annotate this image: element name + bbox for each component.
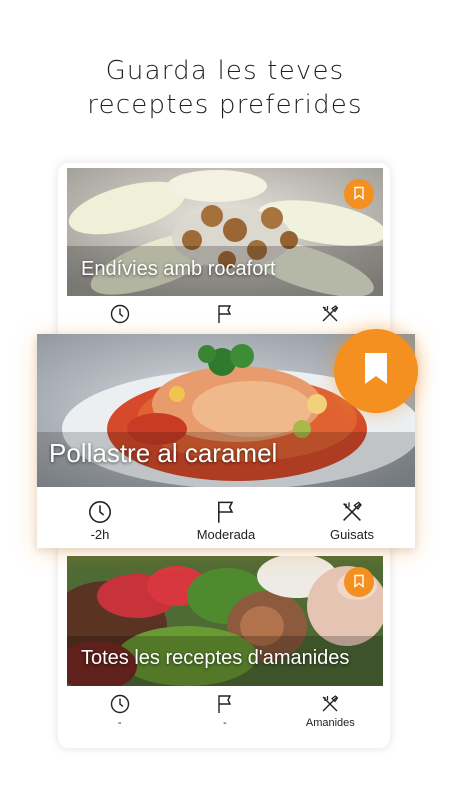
save-bookmark-button-pollastre[interactable] bbox=[334, 329, 418, 413]
recipe-card-pollastre[interactable]: Pollastre al caramel -2h Moderada Guisat… bbox=[37, 329, 418, 548]
cutlery-icon bbox=[320, 694, 340, 714]
time-value: -2h bbox=[90, 527, 110, 542]
headline-line-1: Guarda les teves bbox=[105, 56, 345, 86]
category-value: Guisats bbox=[329, 527, 375, 542]
difficulty-value: - bbox=[223, 717, 227, 729]
save-bookmark-button-amanides[interactable] bbox=[344, 567, 374, 597]
clock-icon bbox=[110, 694, 130, 714]
recipe-card-amanides[interactable]: Totes les receptes d'amanides - - Amanid… bbox=[67, 556, 383, 740]
recipe-info-bar: -2h Moderada Guisats bbox=[37, 487, 415, 548]
difficulty-info: Moderada bbox=[163, 487, 289, 548]
time-info bbox=[67, 296, 172, 331]
cutlery-icon bbox=[340, 500, 364, 524]
difficulty-info bbox=[172, 296, 277, 331]
recipe-info-bar: - - Amanides bbox=[67, 686, 383, 740]
clock-icon bbox=[88, 500, 112, 524]
headline: Guarda les teves receptes preferides bbox=[0, 54, 450, 122]
recipe-title: Pollastre al caramel bbox=[49, 438, 278, 468]
bookmark-icon bbox=[352, 573, 366, 592]
save-bookmark-button-endivies[interactable] bbox=[344, 179, 374, 209]
time-info: - bbox=[67, 686, 172, 740]
category-info: Guisats bbox=[289, 487, 415, 548]
difficulty-value: Moderada bbox=[196, 527, 256, 542]
recipe-card-endivies[interactable]: Endívies amb rocafort bbox=[67, 168, 383, 331]
flag-icon bbox=[215, 304, 235, 324]
flag-icon bbox=[214, 500, 238, 524]
bookmark-icon bbox=[361, 352, 391, 390]
flag-icon bbox=[215, 694, 235, 714]
category-info: Amanides bbox=[278, 686, 383, 740]
bookmark-icon bbox=[352, 185, 366, 204]
time-value: - bbox=[117, 717, 122, 729]
time-info: -2h bbox=[37, 487, 163, 548]
headline-line-2: receptes preferides bbox=[87, 90, 363, 120]
category-info bbox=[278, 296, 383, 331]
recipe-title: Endívies amb rocafort bbox=[81, 258, 276, 280]
category-value: Amanides bbox=[305, 717, 355, 729]
cutlery-icon bbox=[320, 304, 340, 324]
clock-icon bbox=[110, 304, 130, 324]
recipe-title: Totes les receptes d'amanides bbox=[81, 647, 350, 669]
difficulty-info: - bbox=[172, 686, 277, 740]
recipe-info-bar bbox=[67, 296, 383, 331]
